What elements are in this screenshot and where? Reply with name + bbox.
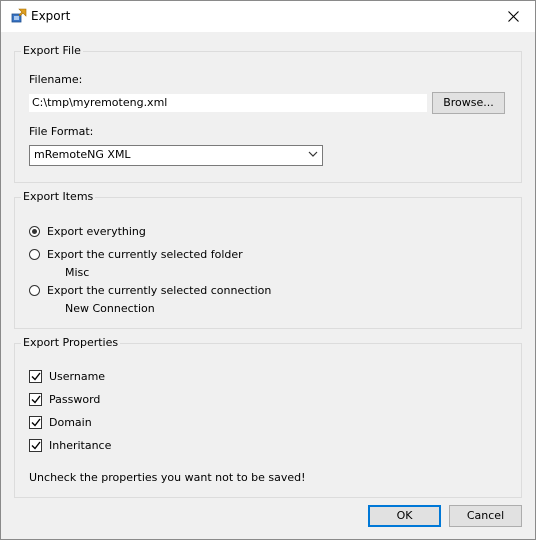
browse-button[interactable]: Browse... <box>432 92 505 114</box>
cancel-button[interactable]: Cancel <box>449 505 522 527</box>
file-format-selected: mRemoteNG XML <box>34 148 131 161</box>
radio-export-everything[interactable]: Export everything <box>29 225 146 238</box>
radio-export-selected-connection[interactable]: Export the currently selected connection <box>29 284 271 297</box>
ok-button[interactable]: OK <box>368 505 441 527</box>
radio-button[interactable] <box>29 226 40 237</box>
window-title: Export <box>31 9 71 23</box>
radio-button[interactable] <box>29 285 40 296</box>
selected-folder-name: Misc <box>65 266 90 279</box>
app-icon <box>11 8 27 23</box>
export-properties-group: Export Properties Username Password Doma… <box>14 336 522 498</box>
checkmark-icon <box>31 441 41 450</box>
checkbox[interactable] <box>29 439 42 452</box>
checkbox-label: Password <box>49 393 101 406</box>
title-bar[interactable]: Export <box>1 1 535 32</box>
selected-connection-name: New Connection <box>65 302 155 315</box>
radio-button[interactable] <box>29 249 40 260</box>
checkbox-label: Domain <box>49 416 92 429</box>
export-items-group: Export Items Export everything Export th… <box>14 190 522 329</box>
radio-label: Export the currently selected folder <box>47 248 243 261</box>
radio-selected-dot <box>32 229 37 234</box>
export-dialog: Export Export File Filename: C:\tmp\myre… <box>0 0 536 540</box>
close-icon <box>507 11 519 22</box>
properties-hint: Uncheck the properties you want not to b… <box>29 471 306 484</box>
chevron-down-icon <box>308 151 318 157</box>
radio-export-selected-folder[interactable]: Export the currently selected folder <box>29 248 243 261</box>
filename-input[interactable]: C:\tmp\myremoteng.xml <box>29 94 427 112</box>
export-file-group-title: Export File <box>21 44 83 58</box>
radio-label: Export the currently selected connection <box>47 284 272 297</box>
radio-label: Export everything <box>47 225 146 238</box>
checkbox-domain[interactable]: Domain <box>29 416 92 429</box>
checkmark-icon <box>31 372 41 381</box>
checkbox-label: Inheritance <box>49 439 112 452</box>
checkbox-inheritance[interactable]: Inheritance <box>29 439 111 452</box>
checkbox[interactable] <box>29 370 42 383</box>
checkbox-username[interactable]: Username <box>29 370 105 383</box>
checkmark-icon <box>31 418 41 427</box>
checkbox[interactable] <box>29 416 42 429</box>
close-button[interactable] <box>491 1 535 32</box>
checkbox-label: Username <box>49 370 106 383</box>
export-file-group: Export File Filename: C:\tmp\myremoteng.… <box>14 44 522 183</box>
export-properties-group-title: Export Properties <box>21 336 121 350</box>
checkbox[interactable] <box>29 393 42 406</box>
file-format-label: File Format: <box>29 125 94 138</box>
file-format-select[interactable]: mRemoteNG XML <box>29 145 323 166</box>
checkmark-icon <box>31 395 41 404</box>
export-items-group-title: Export Items <box>21 190 96 204</box>
filename-label: Filename: <box>29 73 83 86</box>
checkbox-password[interactable]: Password <box>29 393 100 406</box>
